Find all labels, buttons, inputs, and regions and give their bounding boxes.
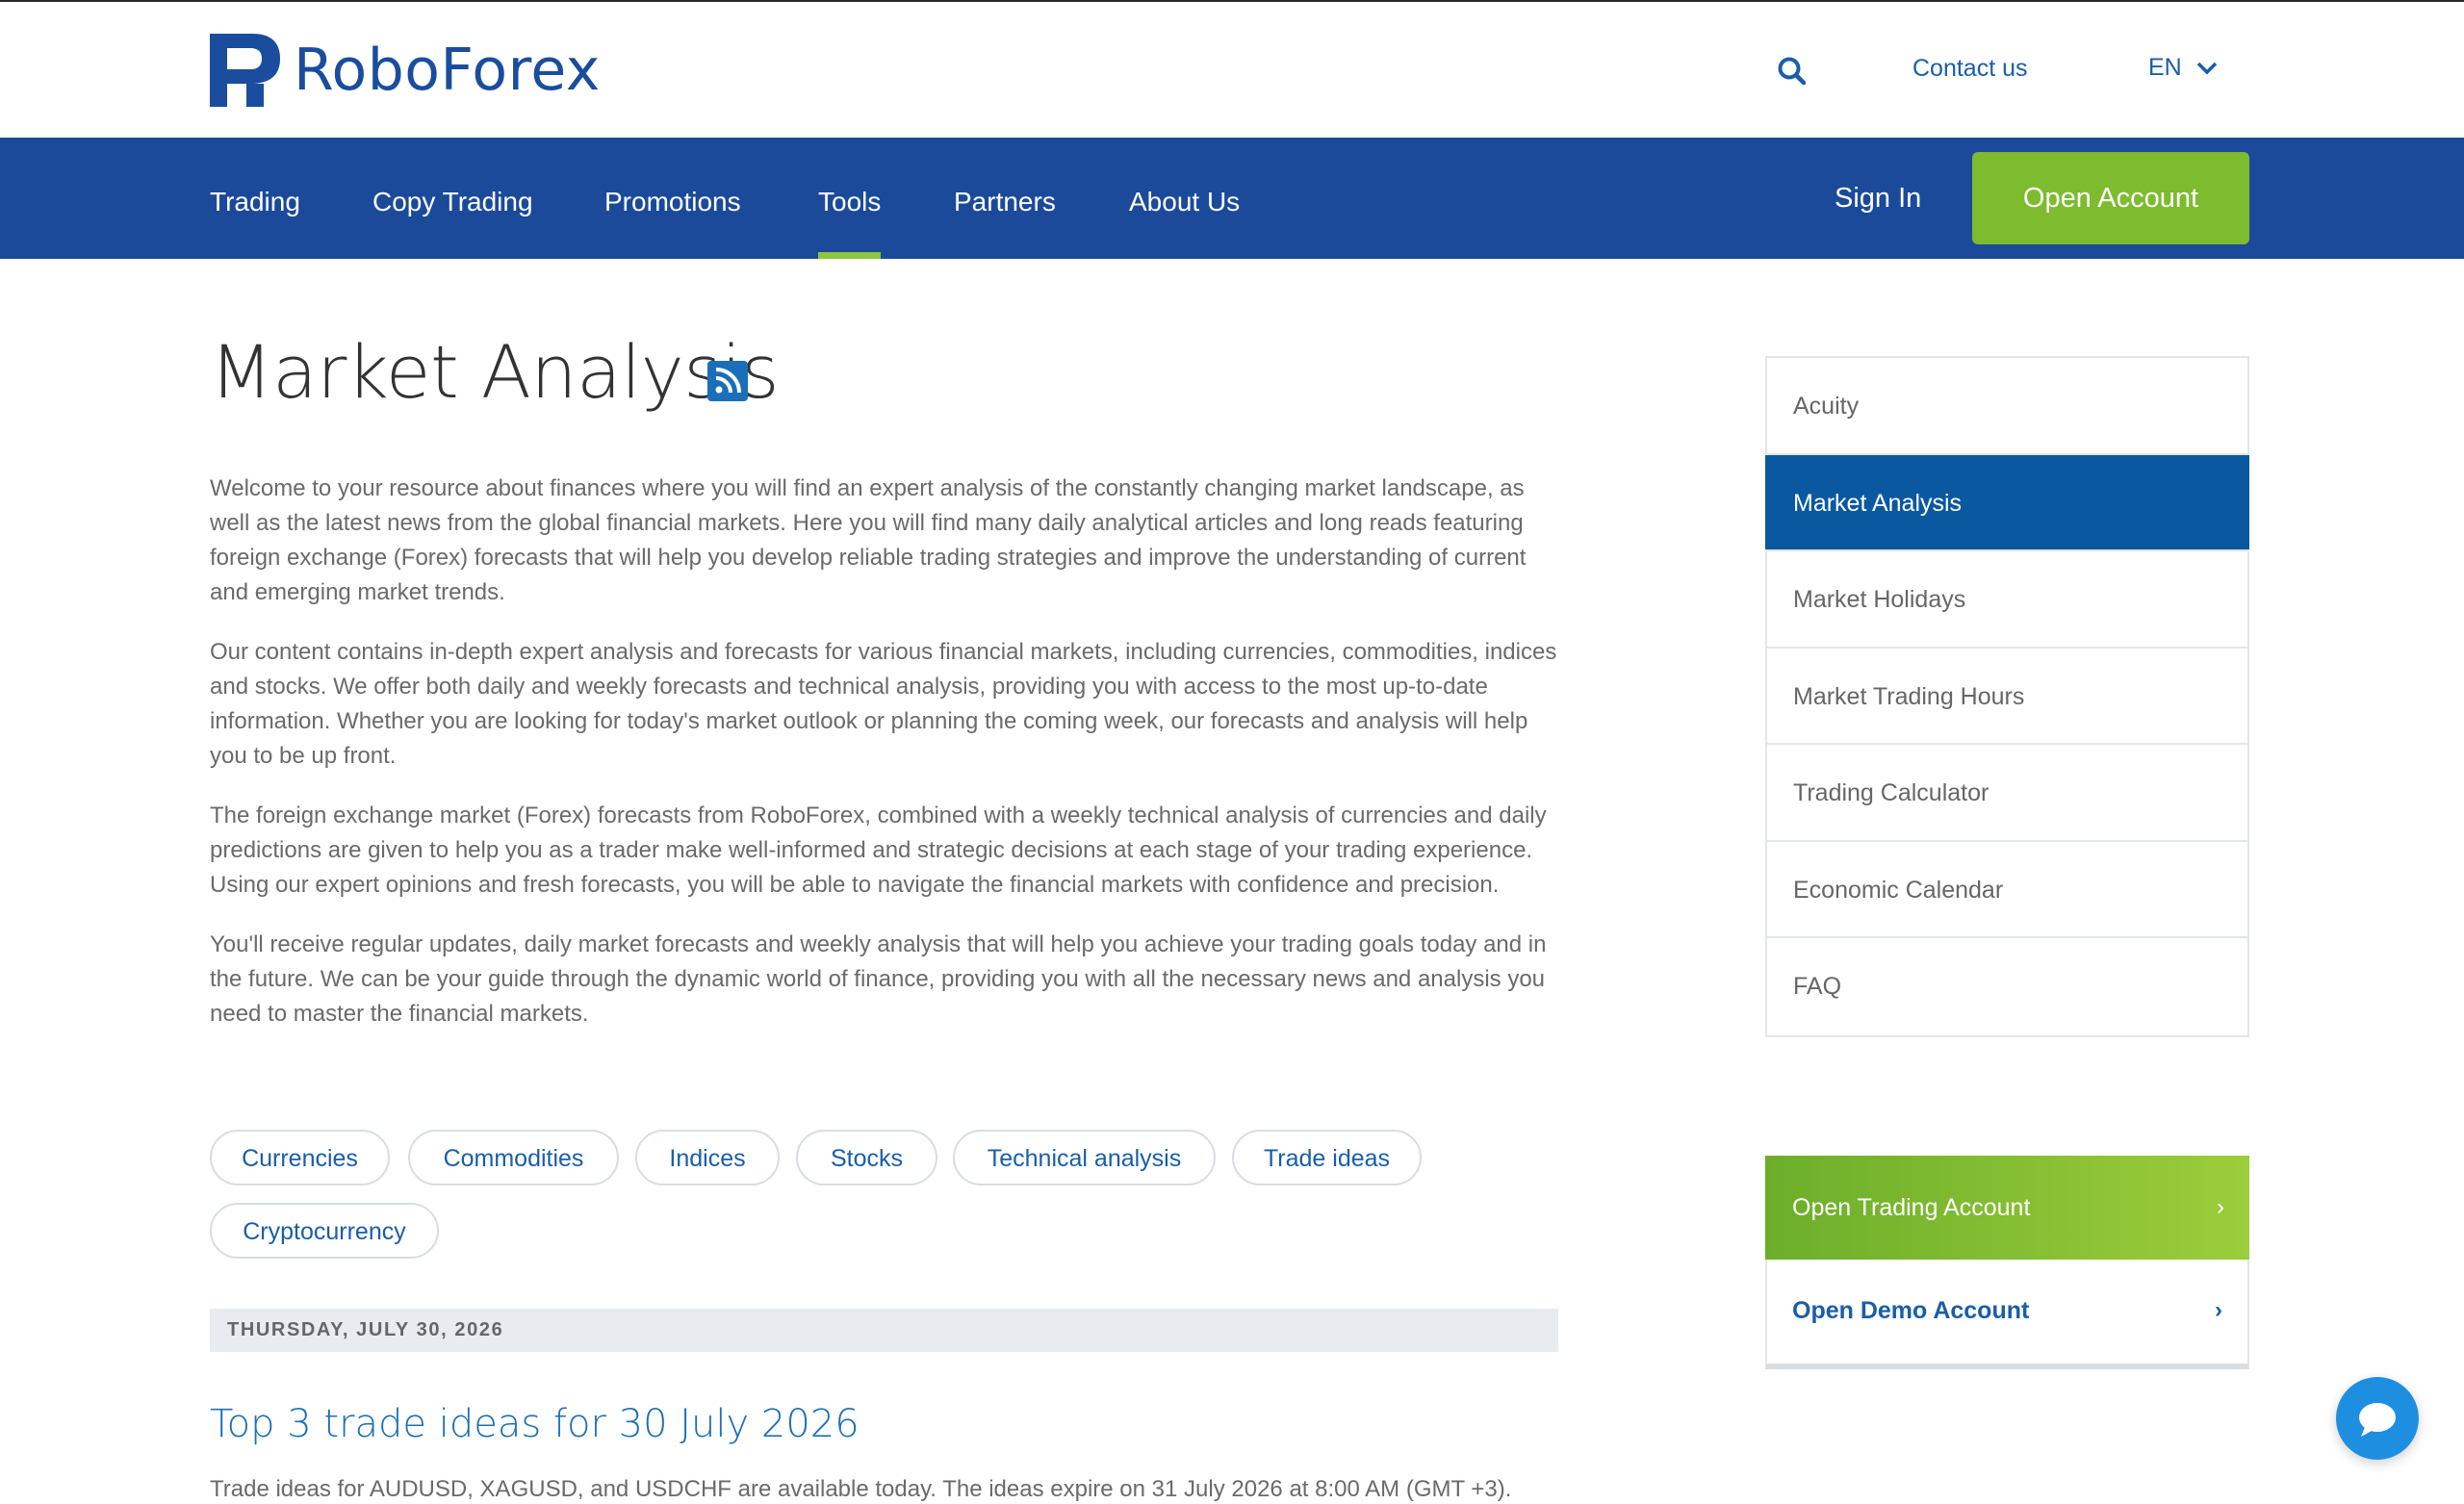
chat-icon — [2359, 1403, 2396, 1437]
open-account-button[interactable]: Open Account — [1972, 152, 2249, 244]
open-demo-account-button[interactable]: Open Demo Account › — [1767, 1260, 2247, 1362]
rss-icon[interactable] — [707, 361, 748, 401]
sidebar-item-market-trading-hours[interactable]: Market Trading Hours — [1767, 649, 2247, 745]
sidebar-item-trading-calculator[interactable]: Trading Calculator — [1767, 745, 2247, 842]
language-label: EN — [2148, 54, 2182, 81]
sidebar-menu: Acuity Market Analysis Market Holidays M… — [1765, 356, 2249, 1037]
tag-trade-ideas[interactable]: Trade ideas — [1232, 1130, 1422, 1185]
language-selector[interactable]: EN — [2148, 54, 2219, 82]
tag-indices[interactable]: Indices — [635, 1130, 780, 1185]
tag-currencies[interactable]: Currencies — [210, 1130, 390, 1185]
open-trading-account-button[interactable]: Open Trading Account › — [1765, 1156, 2249, 1260]
tag-cryptocurrency[interactable]: Cryptocurrency — [210, 1203, 439, 1259]
account-cta-box: Open Trading Account › Open Demo Account… — [1765, 1156, 2249, 1369]
search-icon[interactable] — [1777, 56, 1808, 87]
nav-item-copy-trading[interactable]: Copy Trading — [372, 138, 533, 259]
page-title: Market Analysis — [210, 329, 780, 415]
sidebar-item-economic-calendar[interactable]: Economic Calendar — [1767, 842, 2247, 938]
nav-item-trading[interactable]: Trading — [210, 138, 300, 259]
chevron-right-icon: › — [2217, 1194, 2224, 1220]
sidebar-item-market-analysis[interactable]: Market Analysis — [1765, 454, 2249, 551]
chevron-down-icon — [2196, 62, 2217, 74]
open-demo-account-label: Open Demo Account — [1792, 1297, 2030, 1324]
intro-paragraph-2: Our content contains in-depth expert ana… — [210, 639, 1557, 769]
logo-mark-icon — [210, 34, 280, 107]
post-description: Trade ideas for AUDUSD, XAGUSD, and USDC… — [210, 1476, 1512, 1502]
nav-item-about-us[interactable]: About Us — [1129, 138, 1240, 259]
contact-us-link[interactable]: Contact us — [1912, 55, 2028, 83]
nav-item-tools[interactable]: Tools — [818, 138, 882, 259]
nav-item-partners[interactable]: Partners — [954, 138, 1056, 259]
sidebar-item-market-holidays[interactable]: Market Holidays — [1767, 551, 2247, 649]
open-trading-account-label: Open Trading Account — [1792, 1194, 2031, 1221]
top-bar: RoboForex Contact us EN — [0, 0, 2464, 138]
chat-button[interactable] — [2336, 1377, 2419, 1460]
date-label: THURSDAY, JULY 30, 2026 — [227, 1319, 504, 1340]
date-header: THURSDAY, JULY 30, 2026 — [210, 1309, 1558, 1352]
main-nav: Trading Copy Trading Promotions Tools Pa… — [0, 138, 2464, 259]
chevron-right-icon: › — [2215, 1297, 2222, 1323]
sidebar-item-acuity[interactable]: Acuity — [1767, 358, 2247, 455]
intro-text: Welcome to your resource about finances … — [210, 472, 1567, 1057]
tag-technical-analysis[interactable]: Technical analysis — [953, 1130, 1216, 1185]
post-title-link[interactable]: Top 3 trade ideas for 30 July 2026 — [210, 1402, 860, 1446]
nav-item-promotions[interactable]: Promotions — [604, 138, 741, 259]
intro-paragraph-3: The foreign exchange market (Forex) fore… — [210, 803, 1547, 898]
logo[interactable]: RoboForex — [210, 34, 601, 107]
sign-in-link[interactable]: Sign In — [1835, 138, 1921, 259]
tag-stocks[interactable]: Stocks — [796, 1130, 937, 1185]
tag-commodities[interactable]: Commodities — [408, 1130, 619, 1185]
intro-paragraph-4: You'll receive regular updates, daily ma… — [210, 931, 1547, 1027]
sidebar-item-faq[interactable]: FAQ — [1767, 938, 2247, 1035]
logo-text: RoboForex — [294, 37, 601, 104]
intro-paragraph-1: Welcome to your resource about finances … — [210, 475, 1527, 605]
